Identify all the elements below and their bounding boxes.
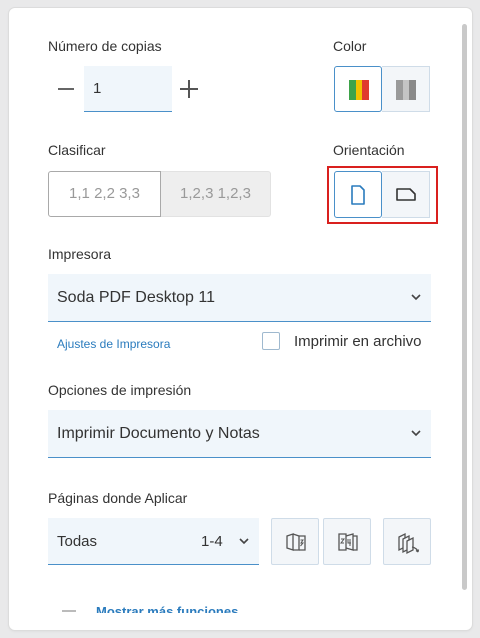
printer-select[interactable]: Soda PDF Desktop 11 xyxy=(48,274,431,322)
more-features-link[interactable]: Mostrar más funciones xyxy=(96,605,238,613)
orientation-label: Orientación xyxy=(333,142,405,158)
plus-icon[interactable] xyxy=(180,80,198,98)
collate-option-sequential[interactable]: 1,2,3 1,2,3 xyxy=(161,171,271,217)
collate-option-grouped[interactable]: 1,1 2,2 3,3 xyxy=(48,171,161,217)
minus-icon[interactable] xyxy=(58,88,74,90)
portrait-page-icon xyxy=(351,185,365,205)
chevron-down-icon xyxy=(239,538,249,545)
color-label: Color xyxy=(333,38,367,54)
print-options-label: Opciones de impresión xyxy=(48,382,192,398)
scrollbar[interactable] xyxy=(462,24,467,590)
grayscale-mode-button[interactable] xyxy=(382,66,430,112)
print-to-file-label: Imprimir en archivo xyxy=(294,333,422,350)
more-icon xyxy=(62,610,76,612)
printer-label: Impresora xyxy=(48,246,112,262)
landscape-button[interactable] xyxy=(382,171,430,218)
reverse-order-icon xyxy=(338,533,358,551)
collate-label: Clasificar xyxy=(48,142,106,158)
multi-page-icon xyxy=(398,532,420,555)
print-to-file-checkbox[interactable] xyxy=(262,332,280,350)
copies-label: Número de copias xyxy=(48,38,162,54)
reverse-order-button[interactable] xyxy=(323,518,371,565)
pages-select[interactable]: Todas 1-4 xyxy=(48,518,259,565)
printer-value: Soda PDF Desktop 11 xyxy=(57,289,216,306)
landscape-page-icon xyxy=(396,188,416,201)
pages-value: Todas xyxy=(57,533,98,550)
chevron-down-icon xyxy=(411,294,421,301)
multi-page-button[interactable] xyxy=(383,518,431,565)
chevron-down-icon xyxy=(411,430,421,437)
print-options-select[interactable]: Imprimir Documento y Notas xyxy=(48,410,431,458)
print-options-value: Imprimir Documento y Notas xyxy=(57,425,260,442)
page-order-icon xyxy=(286,533,306,551)
page-order-button[interactable] xyxy=(271,518,319,565)
pages-range: 1-4 xyxy=(201,533,223,550)
copies-value: 1 xyxy=(93,80,102,97)
color-stripes-icon xyxy=(349,80,370,100)
copies-input[interactable]: 1 xyxy=(84,66,172,112)
portrait-button[interactable] xyxy=(334,171,382,218)
printer-settings-link[interactable]: Ajustes de Impresora xyxy=(57,337,170,351)
grayscale-stripes-icon xyxy=(396,80,417,100)
pages-label: Páginas donde Aplicar xyxy=(48,490,188,506)
color-mode-button[interactable] xyxy=(334,66,382,112)
